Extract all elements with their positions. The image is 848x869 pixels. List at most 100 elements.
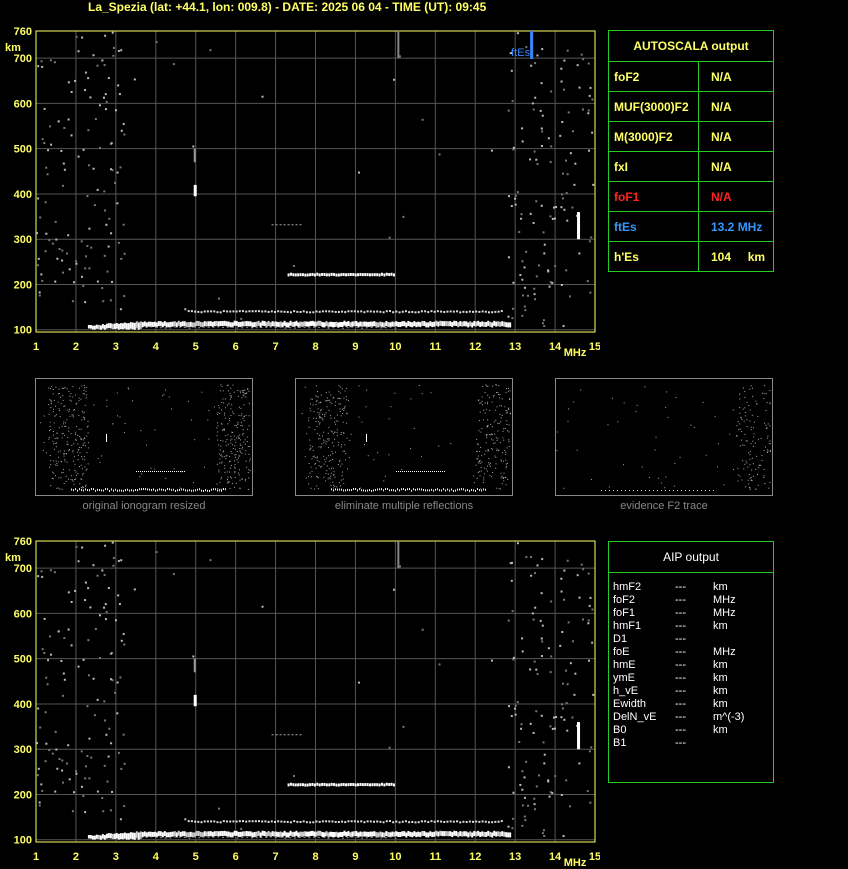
echo-point: [295, 224, 298, 226]
thumb-point: [744, 390, 746, 392]
echo-point: [415, 832, 418, 838]
thumb-point: [309, 472, 311, 474]
thumb-point: [342, 471, 344, 473]
autoscala-param: fxI: [609, 152, 699, 181]
thumb-point: [215, 488, 216, 491]
thumb-point: [343, 482, 345, 484]
thumb-point: [767, 437, 769, 439]
thumb-point: [220, 462, 222, 464]
thumb-point: [613, 490, 614, 491]
noise-point: [549, 725, 552, 728]
thumb-point: [152, 471, 153, 472]
noise-point: [84, 599, 87, 602]
echo-point: [346, 327, 349, 329]
noise-point: [87, 164, 90, 167]
thumb-point: [677, 490, 678, 491]
thumb-point: [488, 463, 490, 465]
thumb-point: [753, 421, 755, 423]
echo-point: [267, 830, 270, 836]
thumb-point: [495, 456, 497, 458]
thumb-point: [66, 461, 68, 463]
echo-point: [489, 321, 492, 327]
noise-point: [551, 791, 554, 794]
thumb-point: [377, 452, 379, 454]
thumb-point: [103, 489, 104, 492]
echo-point: [323, 782, 326, 786]
noise-point: [108, 217, 111, 220]
thumb-point: [749, 388, 751, 390]
echo-point: [289, 830, 292, 836]
thumb-point: [500, 477, 502, 479]
echo-point: [325, 310, 328, 313]
thumb-point: [75, 438, 77, 440]
thumb-point: [742, 408, 744, 410]
thumb-point: [481, 404, 483, 406]
noise-point: [192, 655, 195, 658]
thumb-point: [204, 466, 206, 468]
thumb-point: [101, 455, 103, 457]
thumb-point: [54, 415, 56, 417]
thumb-point: [424, 471, 425, 472]
noise-point: [155, 551, 158, 554]
noise-point: [123, 805, 126, 808]
thumb-point: [241, 413, 243, 415]
thumb-point: [221, 429, 223, 431]
echo-point: [447, 321, 450, 327]
thumb-point: [217, 439, 219, 441]
thumb-point: [641, 490, 642, 491]
thumb-point: [689, 490, 690, 491]
noise-point: [567, 111, 570, 114]
thumb-point: [407, 488, 408, 491]
noise-point: [521, 260, 524, 263]
thumb-point: [243, 420, 245, 422]
echo-point: [392, 273, 395, 277]
echo-point: [287, 783, 290, 787]
echo-point: [292, 783, 295, 787]
thumb-point: [184, 471, 185, 472]
echo-point: [339, 321, 342, 327]
echo-point: [341, 820, 344, 823]
thumb-point: [361, 489, 362, 492]
thumb-point: [758, 438, 760, 440]
thumb-point: [717, 466, 719, 468]
echo-point: [147, 831, 150, 837]
autoscala-value: 13.2 MHz: [711, 219, 763, 234]
echo-point: [271, 224, 274, 226]
thumb-point: [154, 468, 156, 470]
thumb-point: [384, 475, 386, 477]
echo-point: [398, 821, 401, 824]
thumb-point: [105, 488, 106, 491]
echo-point: [325, 820, 328, 823]
noise-point: [562, 835, 565, 838]
echo-point: [468, 820, 471, 823]
thumb-point: [221, 461, 223, 463]
aip-value: ---: [675, 698, 686, 710]
thumb-point: [237, 395, 239, 397]
noise-point: [96, 64, 99, 67]
echo-point: [229, 322, 232, 328]
echo-point: [105, 323, 108, 329]
noise-point: [516, 542, 519, 545]
noise-point: [512, 791, 515, 794]
thumb-point: [224, 467, 226, 469]
noise-point: [98, 614, 101, 617]
thumb-point: [333, 471, 335, 473]
thumb-point: [74, 469, 76, 471]
thumb-point: [477, 488, 478, 491]
thumbnail-evidence-f2: [555, 378, 773, 496]
echo-point: [216, 821, 219, 824]
thumb-point: [83, 486, 85, 488]
echo-point: [407, 830, 410, 836]
echo-point: [205, 321, 208, 327]
noise-point: [523, 796, 526, 799]
noise-point: [82, 795, 85, 798]
thumb-point: [52, 440, 54, 442]
thumb-point: [231, 431, 233, 433]
echo-point: [279, 321, 282, 327]
thumb-point: [43, 442, 45, 444]
thumb-point: [305, 477, 307, 479]
thumb-point: [316, 417, 318, 419]
thumb-point: [313, 417, 315, 419]
echo-point: [159, 831, 162, 837]
noise-point: [532, 221, 535, 224]
